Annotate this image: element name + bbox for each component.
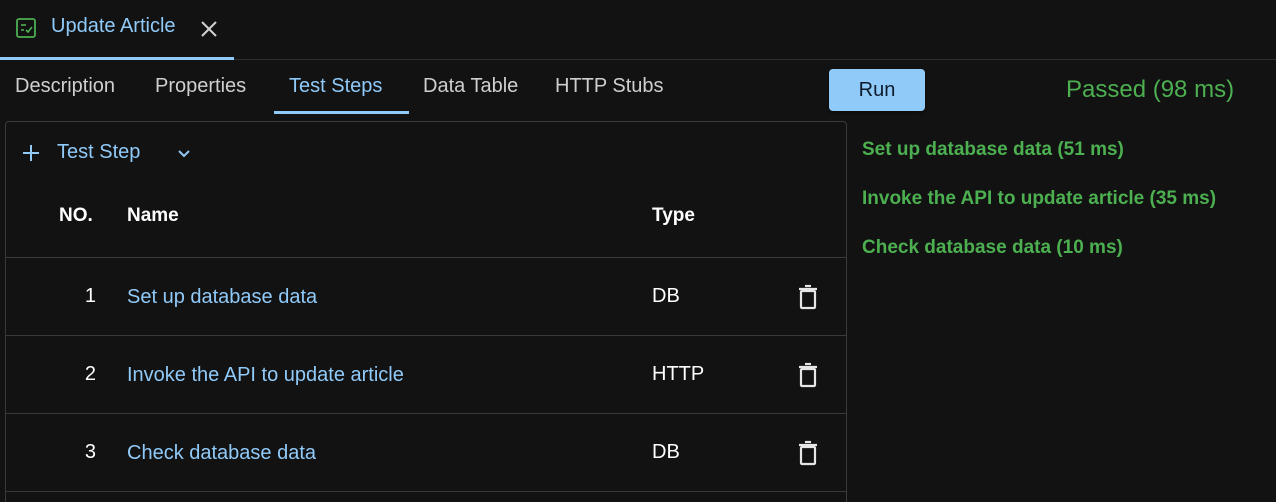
checklist-icon [15,17,37,39]
step-name-link[interactable]: Invoke the API to update article [127,364,404,387]
plus-icon [20,142,42,164]
tab-test-steps[interactable]: Test Steps [289,75,382,98]
trash-icon[interactable] [796,362,820,388]
column-header-type: Type [652,205,695,226]
add-test-step-label: Test Step [57,141,141,163]
step-type: HTTP [652,363,705,385]
step-number: 3 [84,441,96,463]
step-number: 1 [84,285,96,307]
doc-tab-update-article[interactable]: Update Article [0,0,234,60]
step-type: DB [652,285,680,307]
table-row: 3 Check database data DB [6,414,846,492]
step-name-link[interactable]: Set up database data [127,286,317,309]
close-icon[interactable] [198,18,220,40]
app: Update Article Description Properties Te… [0,0,1276,502]
run-button[interactable]: Run [829,69,925,111]
table-row: 1 Set up database data DB [6,258,846,336]
doc-tab-title: Update Article [51,15,176,37]
table-header: NO. Name Type [6,180,846,258]
tab-http-stubs[interactable]: HTTP Stubs [555,75,664,98]
trash-icon[interactable] [796,284,820,310]
step-type: DB [652,441,680,463]
step-name-link[interactable]: Check database data [127,442,316,465]
active-tab-indicator [274,111,409,114]
column-header-no: NO. [59,205,93,226]
test-steps-panel: Test Step NO. Name Type 1 Set up databas… [5,121,847,502]
tab-description[interactable]: Description [15,75,115,98]
step-result: Set up database data (51 ms) [862,139,1124,160]
table-row: 2 Invoke the API to update article HTTP [6,336,846,414]
chevron-down-icon[interactable] [173,142,195,164]
column-header-name: Name [127,205,179,226]
step-result: Check database data (10 ms) [862,237,1123,258]
trash-icon[interactable] [796,440,820,466]
document-tab-bar: Update Article [0,0,1276,60]
tab-properties[interactable]: Properties [155,75,246,98]
step-number: 2 [84,363,96,385]
tab-data-table[interactable]: Data Table [423,75,518,98]
step-result: Invoke the API to update article (35 ms) [862,188,1217,209]
run-status: Passed (98 ms) [1066,76,1235,103]
